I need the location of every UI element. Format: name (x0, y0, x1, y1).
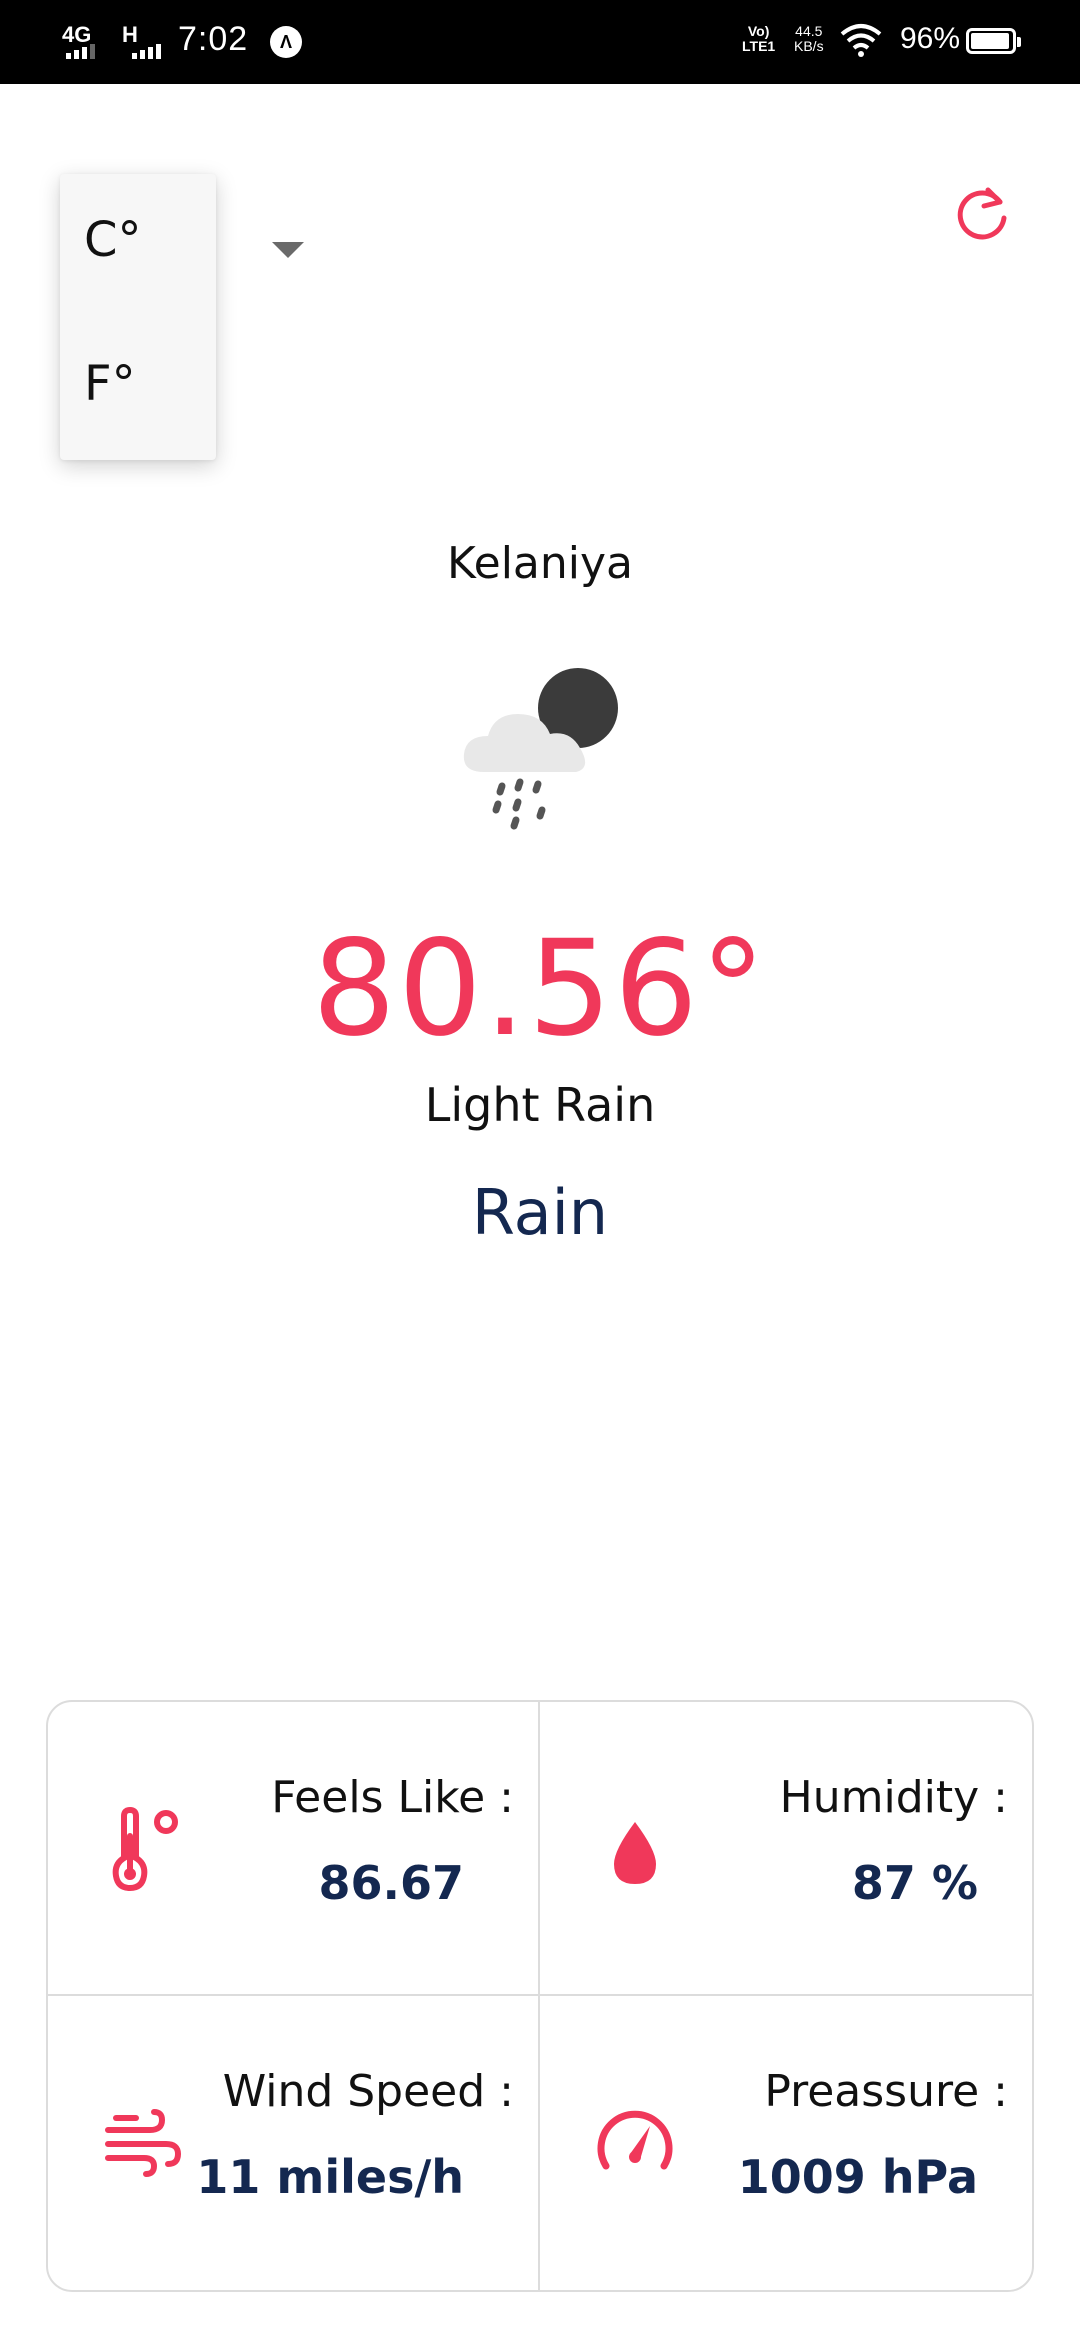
network-speed: 44.5 KB/s (794, 24, 824, 54)
navigation-app-icon: Λ (270, 26, 302, 58)
gauge-icon (597, 2110, 673, 2170)
battery-percent: 96% (900, 22, 961, 55)
humidity-value: 87 % (851, 1856, 978, 1910)
weather-stats-grid: Feels Like : 86.67 Humidity : 87 % Wind … (46, 1700, 1034, 2292)
wind-speed-label: Wind Speed : (222, 2066, 514, 2117)
city-name: Kelaniya (446, 538, 634, 589)
unit-dropdown-menu: C° F° (60, 174, 216, 460)
signal-bars-icon (66, 44, 95, 59)
battery-icon (966, 28, 1021, 54)
weather-description: Light Rain (424, 1078, 656, 1132)
unit-option-celsius[interactable]: C° (84, 212, 142, 268)
speed-value: 44.5 (795, 23, 823, 39)
pressure-card: Preassure : 1009 hPa (540, 1996, 1032, 2290)
battery-fill (971, 33, 1010, 49)
pressure-value: 1009 hPa (737, 2150, 978, 2204)
weather-condition: Rain (471, 1176, 609, 1249)
status-time: 7:02 (178, 20, 249, 58)
volte-indicator: Vo) LTE1 (742, 24, 775, 54)
feels-like-card: Feels Like : 86.67 (48, 1702, 540, 1996)
status-bar: 4G H 7:02 Λ Vo) LTE1 44.5 KB/s 96% (0, 0, 1080, 84)
volte-line1: Vo) (747, 23, 770, 39)
wind-speed-value: 11 miles/h (196, 2150, 464, 2204)
dropdown-caret-icon[interactable] (272, 242, 304, 258)
temperature-value: 80.56° (312, 912, 768, 1066)
speed-unit: KB/s (794, 38, 824, 54)
wind-icon (105, 2109, 182, 2177)
feels-like-value: 86.67 (318, 1856, 464, 1910)
pressure-label: Preassure : (764, 2066, 1008, 2117)
unit-option-fahrenheit[interactable]: F° (84, 356, 136, 412)
battery-tip (1017, 37, 1021, 47)
feels-like-label: Feels Like : (271, 1772, 514, 1823)
water-drop-icon (614, 1822, 656, 1884)
rain-night-icon (463, 668, 618, 830)
volte-line2: LTE1 (742, 38, 776, 54)
refresh-icon[interactable] (950, 182, 1014, 246)
wifi-icon (840, 24, 882, 57)
humidity-card: Humidity : 87 % (540, 1702, 1032, 1996)
humidity-label: Humidity : (779, 1772, 1008, 1823)
signal-bars-icon-2 (132, 44, 161, 59)
wind-speed-card: Wind Speed : 11 miles/h (48, 1996, 540, 2290)
thermometer-icon (112, 1806, 178, 1892)
